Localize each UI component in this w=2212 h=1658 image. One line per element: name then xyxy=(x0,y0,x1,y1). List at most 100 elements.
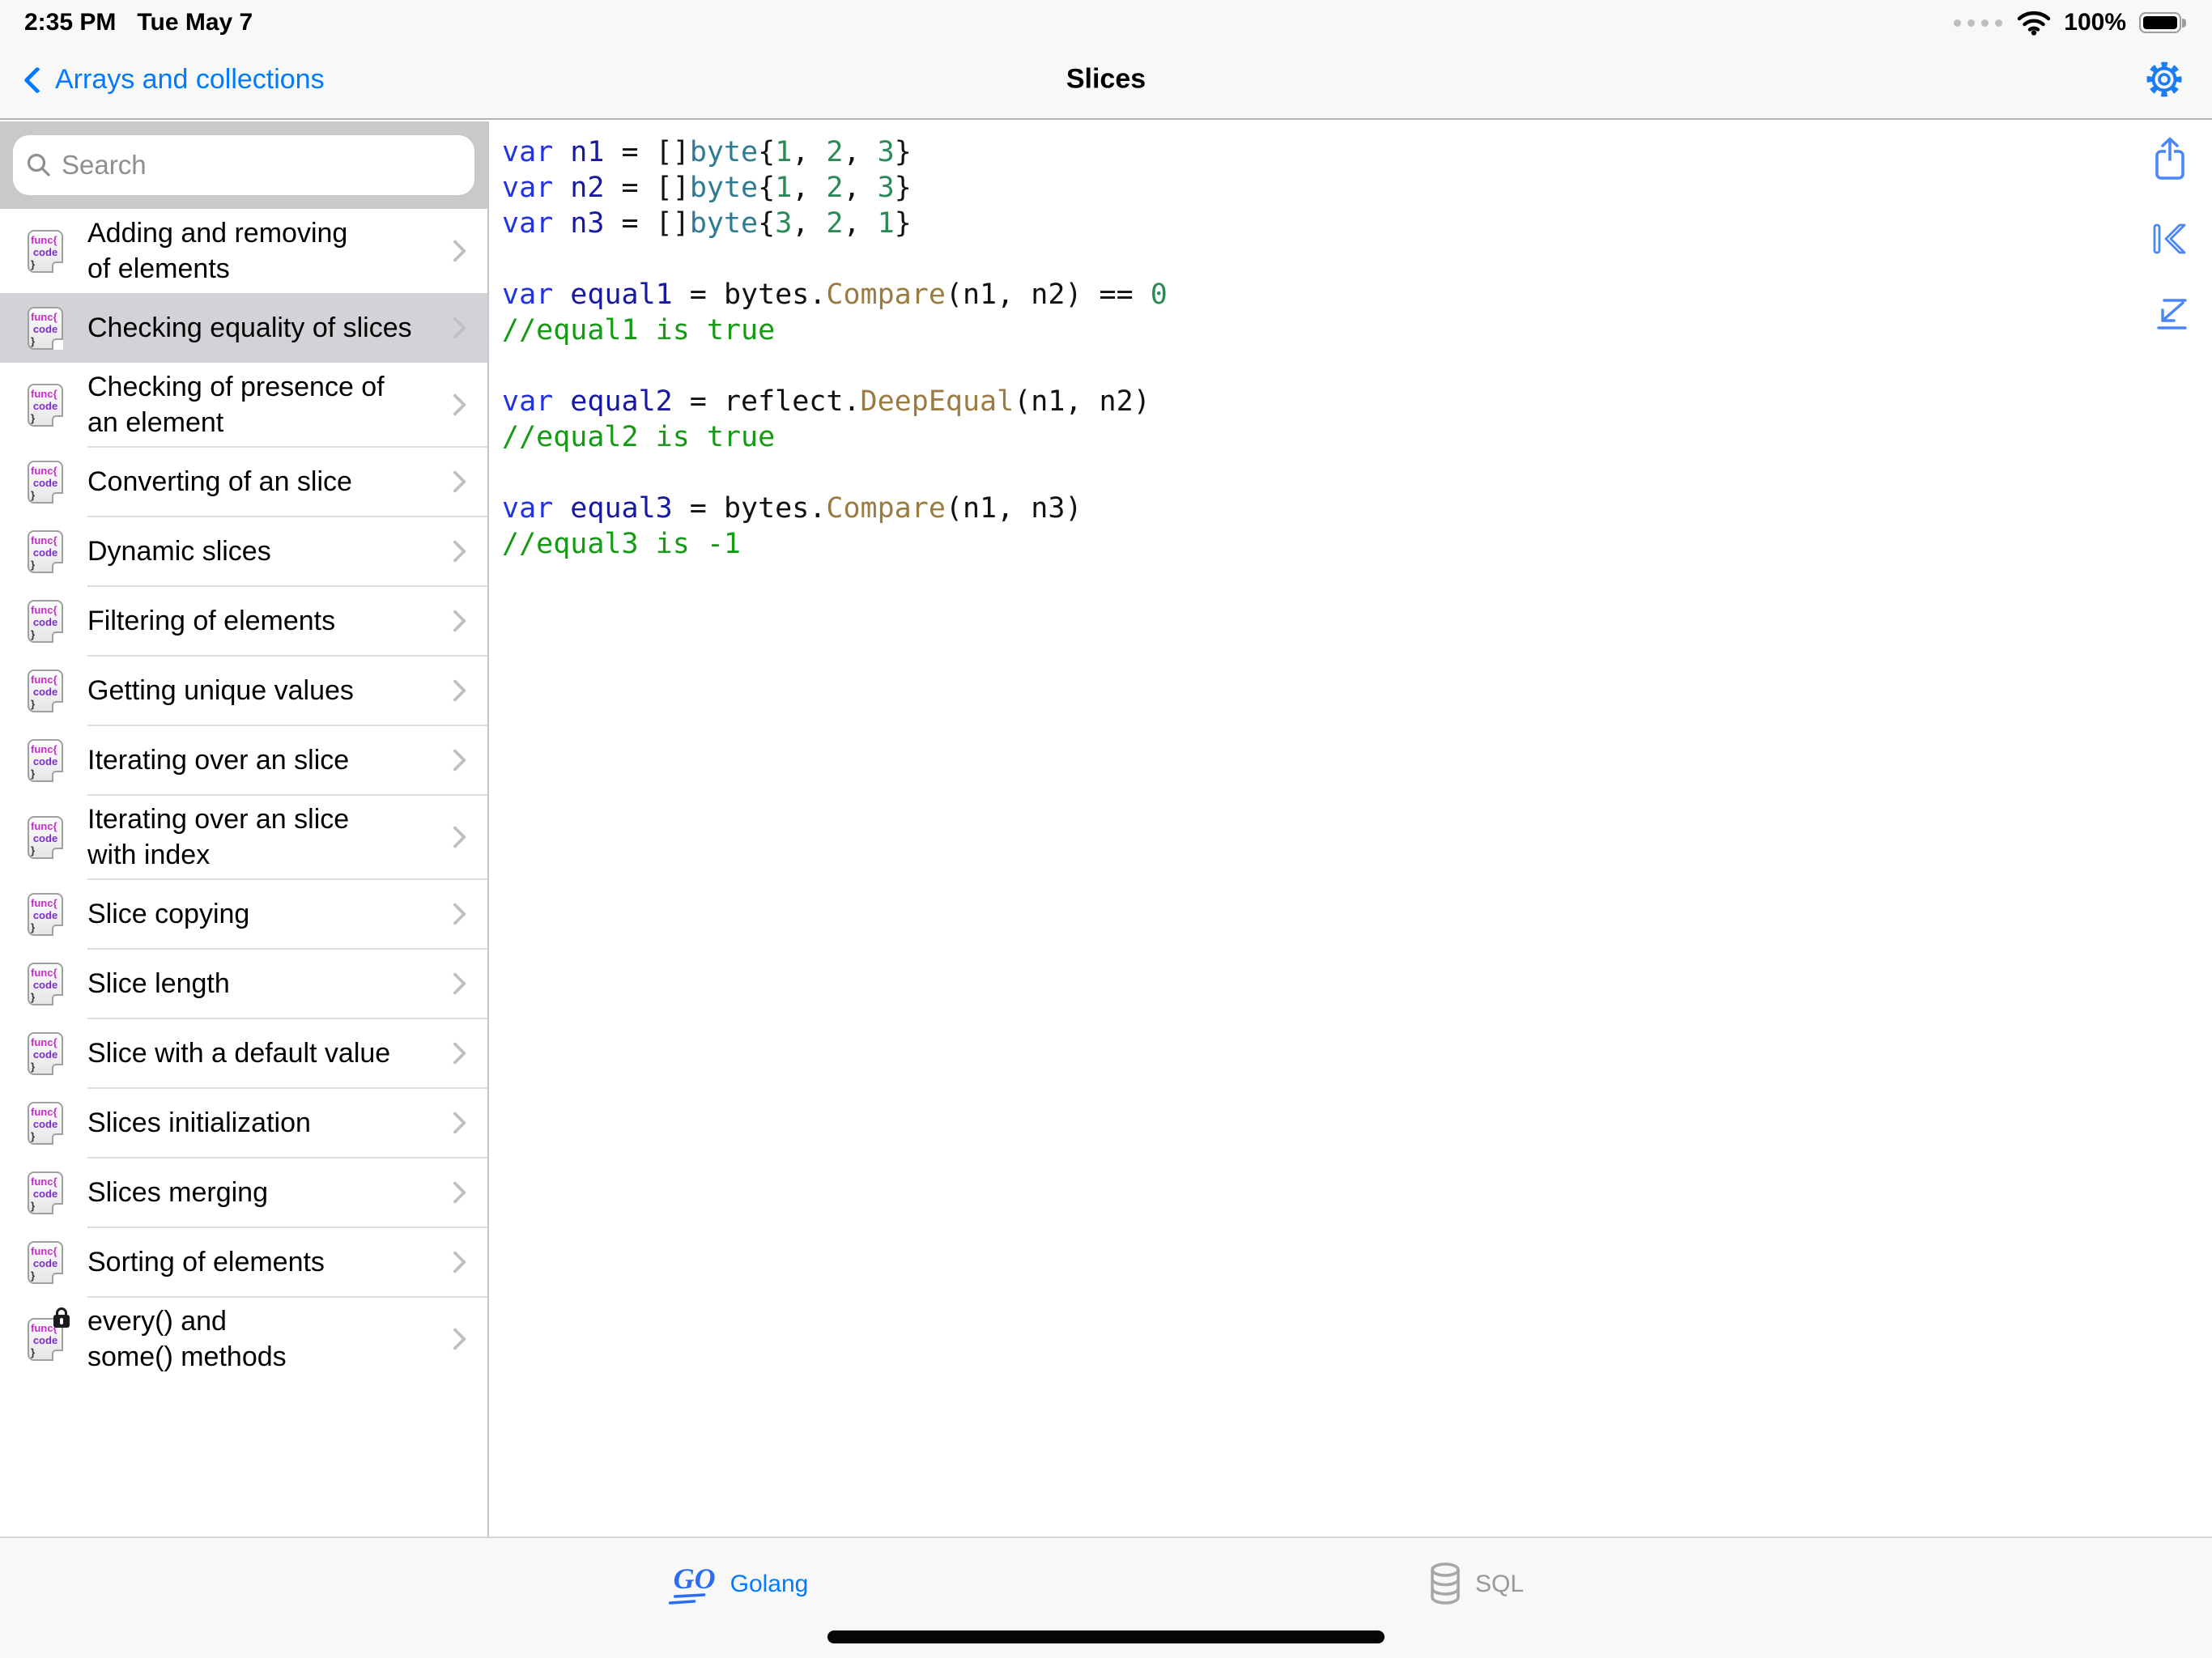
code-token: equal2 xyxy=(570,385,672,418)
sidebar-item[interactable]: func{code}Checking equality of slices xyxy=(0,293,487,363)
code-line: //equal3 is -1 xyxy=(502,526,2212,562)
func-code-icon: func{code} xyxy=(28,1032,63,1075)
sidebar-item-label: Checking of presence of an element xyxy=(87,369,447,440)
doc-icon-text: code xyxy=(31,909,60,921)
jump-down-left-button[interactable] xyxy=(2152,295,2188,336)
chevron-right-icon xyxy=(444,1251,466,1273)
code-token: , xyxy=(844,207,878,240)
share-button[interactable] xyxy=(2151,136,2189,187)
func-code-icon: func{code} xyxy=(28,1318,63,1361)
code-token: Compare xyxy=(826,492,946,525)
chevron-right-icon xyxy=(444,470,466,493)
sidebar-item[interactable]: func{code}Getting unique values xyxy=(0,656,487,725)
sidebar-item[interactable]: func{code}Slice copying xyxy=(0,879,487,949)
page-fold xyxy=(52,1273,63,1284)
sidebar-item-label: Slices merging xyxy=(87,1175,447,1210)
code-line: var n3 = []byte{3, 2, 1} xyxy=(502,206,2212,241)
doc-icon-text: code xyxy=(31,616,60,628)
home-indicator[interactable] xyxy=(827,1630,1385,1643)
wifi-icon xyxy=(2017,10,2051,36)
sidebar-item-label: Iterating over an slice xyxy=(87,742,447,778)
func-code-icon: func{code} xyxy=(28,600,63,643)
code-token: Compare xyxy=(826,278,946,311)
sidebar-item[interactable]: func{code}Slices initialization xyxy=(0,1088,487,1158)
sidebar-item[interactable]: func{code}Sorting of elements xyxy=(0,1227,487,1297)
sidebar-item-label: Filtering of elements xyxy=(87,603,447,639)
sidebar-item[interactable]: func{code}Iterating over an slice xyxy=(0,725,487,795)
code-token: } xyxy=(895,136,912,168)
page-fold xyxy=(52,338,63,350)
page-title: Slices xyxy=(1066,64,1146,96)
sidebar-item-label: Getting unique values xyxy=(87,673,447,708)
page-fold xyxy=(52,701,63,712)
code-token: } xyxy=(895,207,912,240)
code-token xyxy=(553,172,570,204)
func-code-icon: func{code} xyxy=(28,816,63,859)
func-code-icon: func{code} xyxy=(28,893,63,936)
code-line: //equal1 is true xyxy=(502,312,2212,348)
doc-icon-text: func{ xyxy=(31,897,60,909)
doc-icon-text: code xyxy=(31,1188,60,1200)
page-fold xyxy=(52,631,63,643)
doc-icon-text: func{ xyxy=(31,465,60,477)
doc-icon-text: func{ xyxy=(31,967,60,979)
battery-percent: 100% xyxy=(2064,9,2126,36)
page-fold xyxy=(52,994,63,1005)
doc-icon-text: func{ xyxy=(31,1175,60,1188)
sidebar-item-label: every() and some() methods xyxy=(87,1303,447,1375)
sidebar-item[interactable]: func{code}Dynamic slices xyxy=(0,517,487,586)
func-code-icon: func{code} xyxy=(28,307,63,350)
golang-logo-icon: GO xyxy=(667,1559,721,1609)
code-token: equal1 xyxy=(570,278,672,311)
search-input[interactable] xyxy=(62,150,462,181)
doc-icon-text: func{ xyxy=(31,743,60,755)
back-button[interactable]: Arrays and collections xyxy=(28,64,325,96)
sidebar-item[interactable]: func{code}Slices merging xyxy=(0,1158,487,1227)
settings-button[interactable] xyxy=(2144,59,2184,100)
chevron-right-icon xyxy=(444,393,466,416)
code-token: 0 xyxy=(1151,278,1168,311)
code-token: { xyxy=(758,207,775,240)
page-fold xyxy=(52,1133,63,1145)
code-token: var xyxy=(502,172,553,204)
tab-golang[interactable]: GO Golang xyxy=(667,1556,809,1613)
lock-icon xyxy=(53,1315,70,1328)
code-token: = [] xyxy=(604,136,689,168)
gear-icon xyxy=(2144,59,2184,100)
code-token: = reflect. xyxy=(673,385,861,418)
code-token xyxy=(553,492,570,525)
doc-icon-text: code xyxy=(31,979,60,991)
code-token: { xyxy=(758,172,775,204)
tab-sql[interactable]: SQL xyxy=(1425,1556,1524,1613)
doc-icon-text: code xyxy=(31,686,60,698)
skip-to-start-button[interactable] xyxy=(2150,223,2189,259)
page-fold xyxy=(52,1064,63,1075)
sidebar-item[interactable]: func{code}Converting of an slice xyxy=(0,447,487,517)
doc-icon-text: code xyxy=(31,1257,60,1269)
status-time: 2:35 PM xyxy=(24,9,116,36)
code-token: 2 xyxy=(826,172,843,204)
func-code-icon: func{code} xyxy=(28,461,63,504)
code-token: 3 xyxy=(878,172,895,204)
code-token: , xyxy=(844,136,878,168)
page-fold xyxy=(52,848,63,859)
chevron-right-icon xyxy=(444,610,466,632)
doc-icon-text: func{ xyxy=(31,1245,60,1257)
sidebar-item[interactable]: func{code} every() and some() methods xyxy=(0,1297,487,1381)
sidebar-item[interactable]: func{code}Adding and removing of element… xyxy=(0,209,487,293)
code-line: var n2 = []byte{1, 2, 3} xyxy=(502,170,2212,206)
sidebar-item[interactable]: func{code}Slice length xyxy=(0,949,487,1018)
chevron-right-icon xyxy=(444,826,466,848)
code-line: var equal3 = bytes.Compare(n1, n3) xyxy=(502,491,2212,526)
code-token: 2 xyxy=(826,207,843,240)
sidebar-item[interactable]: func{code}Iterating over an slice with i… xyxy=(0,795,487,879)
search-field[interactable] xyxy=(13,135,474,195)
sidebar-item[interactable]: func{code} Filtering of elements xyxy=(0,586,487,656)
sidebar-item[interactable]: func{code}Checking of presence of an ele… xyxy=(0,363,487,447)
code-line: //equal2 is true xyxy=(502,419,2212,455)
code-token: { xyxy=(758,136,775,168)
code-token xyxy=(553,385,570,418)
code-token: byte xyxy=(690,207,758,240)
page-fold xyxy=(52,771,63,782)
sidebar-item[interactable]: func{code}Slice with a default value xyxy=(0,1018,487,1088)
